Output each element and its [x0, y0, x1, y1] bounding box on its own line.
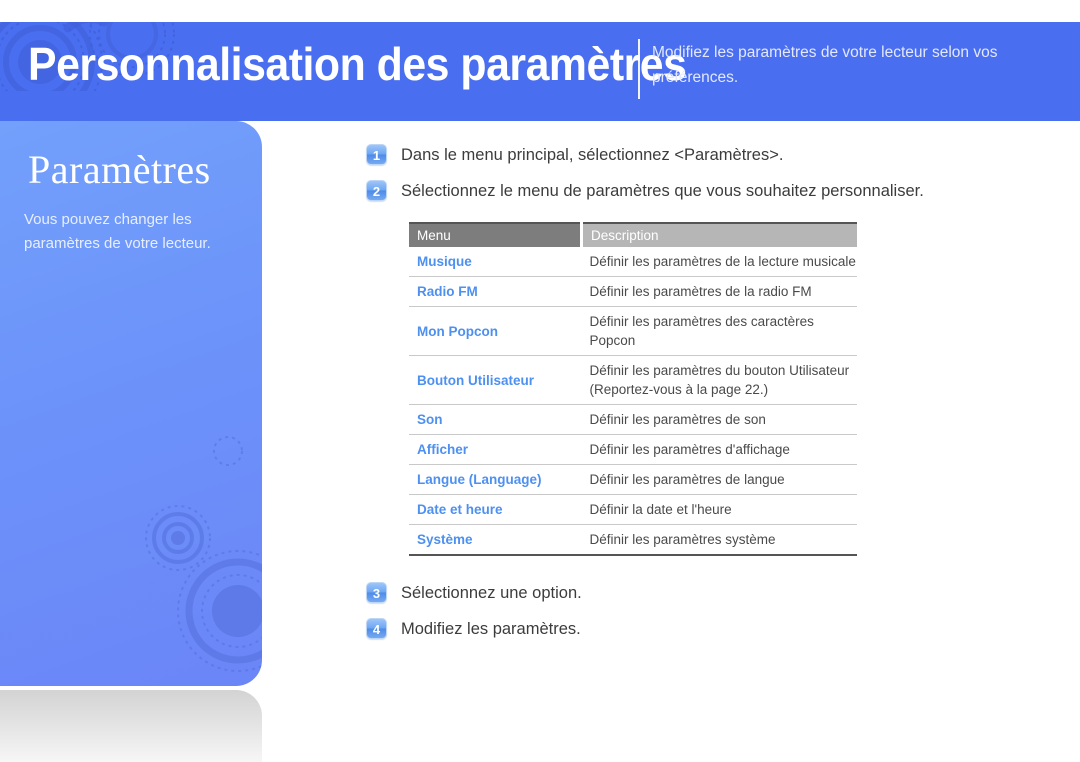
column-header-menu: Menu [409, 223, 583, 247]
page-title: Personnalisation des paramètres [28, 38, 687, 90]
header-divider [638, 39, 640, 99]
table-row: Son Définir les paramètres de son [409, 404, 857, 435]
step-item: 1 Dans le menu principal, sélectionnez <… [366, 140, 1066, 170]
menu-description-cell: Définir la date et l'heure [581, 494, 857, 525]
sidebar-panel: Paramètres Vous pouvez changer les param… [0, 121, 262, 686]
step-number-badge: 3 [366, 582, 387, 603]
table-row: Date et heure Définir la date et l'heure [409, 494, 857, 525]
menu-description-cell: Définir les paramètres d'affichage [581, 434, 857, 465]
table-row: Mon Popcon Définir les paramètres des ca… [409, 306, 857, 356]
step-number-badge: 1 [366, 144, 387, 165]
main-content: 1 Dans le menu principal, sélectionnez <… [366, 140, 1066, 650]
column-header-description: Description [581, 223, 857, 247]
menu-name-cell: Mon Popcon [409, 306, 582, 356]
sidebar-description: Vous pouvez changer les paramètres de vo… [24, 211, 211, 252]
table-row: Système Définir les paramètres système [409, 524, 857, 555]
table-row: Afficher Définir les paramètres d'affich… [409, 434, 857, 465]
step-number-badge: 4 [366, 618, 387, 639]
menu-description-cell: Définir les paramètres de langue [581, 464, 857, 495]
menu-name-cell: Son [409, 404, 582, 435]
menu-name-cell: Bouton Utilisateur [409, 355, 582, 405]
sidebar-heading: Paramètres [28, 147, 211, 192]
step-item: 2 Sélectionnez le menu de paramètres que… [366, 176, 1066, 206]
menu-description-cell: Définir les paramètres de la radio FM [581, 276, 857, 307]
step-text: Dans le menu principal, sélectionnez <Pa… [401, 146, 784, 164]
menu-name-cell: Radio FM [409, 276, 582, 307]
menu-name-cell: Système [409, 524, 582, 555]
step-text: Sélectionnez une option. [401, 584, 582, 602]
table-row: Bouton Utilisateur Définir les paramètre… [409, 355, 857, 405]
menu-name-cell: Musique [417, 254, 472, 269]
menu-name-cell: Date et heure [409, 494, 582, 525]
trailing-steps: 3 Sélectionnez une option. 4 Modifiez le… [366, 578, 1066, 644]
step-text: Sélectionnez le menu de paramètres que v… [401, 182, 924, 200]
step-item: 3 Sélectionnez une option. [366, 578, 1066, 608]
settings-menu-table: Menu Description Musique Définir les par… [409, 222, 857, 556]
menu-description-cell: Définir les paramètres système [581, 524, 857, 555]
table-row: Langue (Language) Définir les paramètres… [409, 464, 857, 495]
step-number-badge: 2 [366, 180, 387, 201]
table-row: Musique Définir les paramètres de la lec… [409, 247, 857, 277]
bottom-block-decorative-circles [0, 690, 262, 762]
menu-description-cell: Définir les paramètres du bouton Utilisa… [581, 355, 857, 405]
menu-description-cell: Définir les paramètres de la lecture mus… [589, 254, 856, 269]
header-subtitle: Modifiez les paramètres de votre lecteur… [652, 44, 998, 86]
menu-description-cell: Définir les paramètres de son [581, 404, 857, 435]
table-row: Radio FM Définir les paramètres de la ra… [409, 276, 857, 307]
step-item: 4 Modifiez les paramètres. [366, 614, 1066, 644]
menu-name-cell: Langue (Language) [409, 464, 582, 495]
page-header-band: Personnalisation des paramètres Modifiez… [0, 22, 1080, 121]
step-text: Modifiez les paramètres. [401, 620, 581, 638]
sidebar-decorative-circles [145, 436, 262, 672]
bottom-gray-block [0, 690, 262, 762]
menu-name-cell: Afficher [409, 434, 582, 465]
menu-description-cell: Définir les paramètres des caractères Po… [581, 306, 857, 356]
table-header-row: Menu Description [409, 223, 857, 247]
